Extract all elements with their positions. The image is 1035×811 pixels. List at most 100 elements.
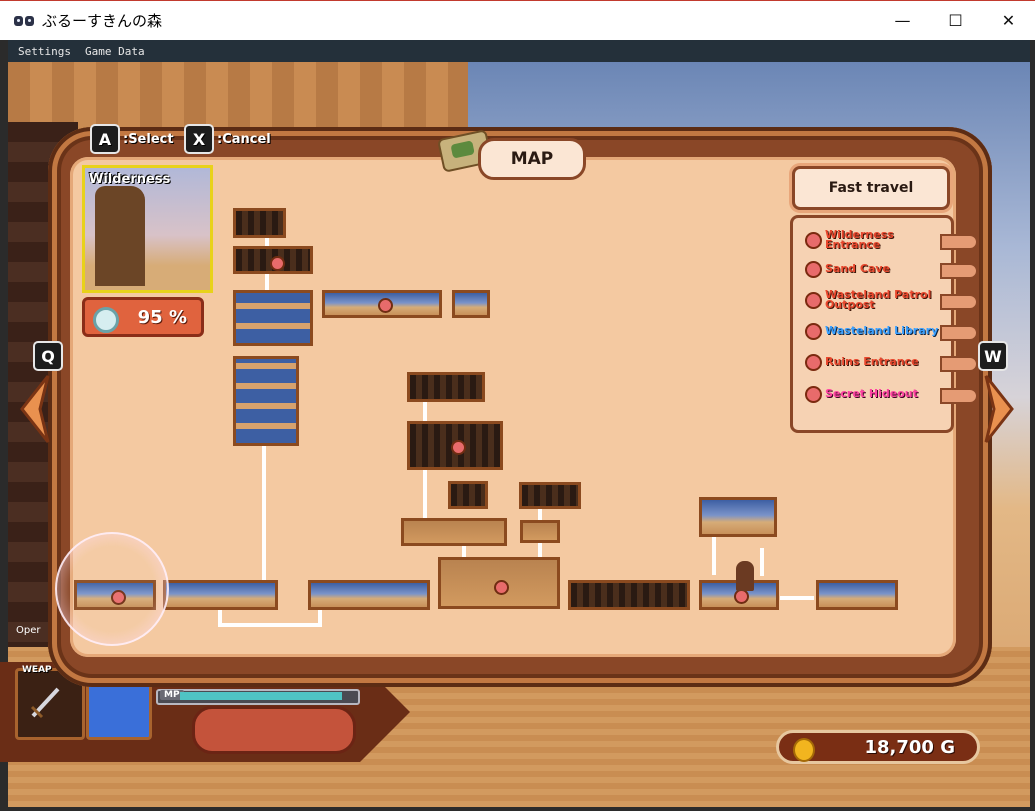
cancel-label: :Cancel	[217, 131, 271, 147]
magnifier-icon	[93, 307, 119, 333]
exploration-rate: 95 %	[82, 297, 204, 337]
map-room[interactable]	[163, 580, 278, 610]
hp-gauge	[192, 706, 356, 754]
gamepad-icon	[14, 14, 34, 28]
exploration-value: 95	[137, 306, 163, 328]
cancel-hint: X :Cancel	[184, 124, 271, 154]
fast-travel-item[interactable]: Secret Hideout	[805, 382, 941, 406]
location-marker-icon	[805, 291, 822, 309]
location-marker-icon	[805, 322, 822, 340]
fast-travel-item[interactable]: Wilderness Entrance	[805, 228, 941, 252]
map-room[interactable]	[233, 356, 299, 446]
location-marker-icon	[805, 260, 822, 278]
window-title: ぶるーすきんの森	[42, 12, 163, 30]
map-connector	[780, 596, 814, 600]
location-marker-icon	[805, 353, 822, 371]
map-connector	[218, 623, 322, 627]
fast-travel-label: Sand Cave	[825, 262, 891, 275]
key-q[interactable]: Q	[33, 341, 63, 371]
fast-travel-item[interactable]: Sand Cave	[805, 257, 941, 281]
area-preview: Wilderness	[82, 165, 213, 293]
next-page-arrow-icon[interactable]	[984, 374, 1014, 444]
save-point-marker	[494, 580, 509, 595]
fast-travel-item[interactable]: Wasteland Patrol Outpost	[805, 288, 941, 312]
save-point-marker	[451, 440, 466, 455]
map-room[interactable]	[519, 482, 581, 509]
map-connector	[423, 470, 427, 518]
fast-travel-tab	[940, 234, 978, 250]
current-location-highlight	[55, 532, 169, 646]
prev-page-arrow-icon[interactable]	[20, 374, 50, 444]
select-label: :Select	[123, 131, 174, 147]
key-w[interactable]: W	[978, 341, 1008, 371]
mp-fill	[180, 692, 342, 700]
fast-travel-label-line: Wasteland Library	[825, 324, 939, 337]
map-connector	[538, 543, 542, 557]
menu-settings[interactable]: Settings	[18, 45, 71, 58]
current-area-name: Wilderness	[89, 172, 171, 187]
fast-travel-label-line: Sand Cave	[825, 262, 891, 275]
partial-label: Oper	[16, 625, 41, 636]
save-point-marker	[734, 589, 749, 604]
gold-amount: 18,700	[864, 736, 934, 758]
character-portrait	[86, 680, 152, 740]
fast-travel-label: Secret Hideout	[825, 387, 918, 400]
map-room[interactable]	[448, 481, 488, 509]
map-room[interactable]	[233, 290, 313, 346]
select-hint: A :Select	[90, 124, 174, 154]
fast-travel-label-line: Outpost	[825, 298, 875, 311]
map-connector	[262, 445, 266, 581]
fast-travel-item[interactable]: Wasteland Library	[805, 319, 941, 343]
fast-travel-tab	[940, 294, 978, 310]
preview-rock	[95, 186, 145, 286]
map-room[interactable]	[407, 421, 503, 470]
fast-travel-tab	[940, 388, 978, 404]
close-button[interactable]: ✕	[982, 1, 1035, 40]
location-marker-icon	[805, 231, 822, 249]
key-x: X	[184, 124, 214, 154]
map-connector	[538, 508, 542, 520]
map-connector	[318, 609, 322, 627]
map-room[interactable]	[322, 290, 442, 318]
map-room[interactable]	[520, 520, 560, 543]
maximize-button[interactable]: ☐	[929, 1, 982, 40]
key-a: A	[90, 124, 120, 154]
fast-travel-header: Fast travel	[792, 166, 950, 210]
map-room[interactable]	[308, 580, 430, 610]
save-point-marker	[270, 256, 285, 271]
map-room[interactable]	[438, 557, 560, 609]
map-room[interactable]	[568, 580, 690, 610]
fast-travel-label-line: Entrance	[825, 238, 881, 251]
mp-bar: MP	[156, 689, 360, 705]
map-room[interactable]	[699, 497, 777, 537]
map-connector	[462, 545, 466, 557]
fast-travel-tab	[940, 356, 978, 372]
fast-travel-label-line: Secret Hideout	[825, 387, 918, 400]
map-room[interactable]	[401, 518, 507, 546]
fast-travel-tab	[940, 325, 978, 341]
map-room[interactable]	[407, 372, 485, 402]
gold-counter: 18,700 G	[776, 730, 980, 764]
location-marker-icon	[805, 385, 822, 403]
gold-unit: G	[940, 736, 955, 758]
fast-travel-label: Wasteland Patrol Outpost	[825, 289, 931, 311]
fast-travel-tab	[940, 263, 978, 279]
fast-travel-label: Wilderness Entrance	[825, 229, 894, 251]
fast-travel-label-line: Ruins Entrance	[825, 355, 919, 368]
menu-bar: Settings Game Data	[8, 40, 1030, 62]
map-connector	[423, 401, 427, 421]
map-room[interactable]	[452, 290, 490, 318]
fast-travel-item[interactable]: Ruins Entrance	[805, 350, 941, 374]
menu-game-data[interactable]: Game Data	[85, 45, 145, 58]
map-connector	[760, 548, 764, 576]
save-point-marker	[378, 298, 393, 313]
fast-travel-label: Wasteland Library	[825, 324, 939, 337]
map-room[interactable]	[233, 246, 313, 274]
map-title: MAP	[478, 138, 586, 180]
fast-travel-label: Ruins Entrance	[825, 355, 919, 368]
map-room[interactable]	[233, 208, 286, 238]
window-titlebar: ぶるーすきんの森 — ☐ ✕	[0, 0, 1035, 40]
minimize-button[interactable]: —	[876, 1, 929, 40]
map-room[interactable]	[816, 580, 898, 610]
exploration-unit: %	[168, 306, 187, 328]
